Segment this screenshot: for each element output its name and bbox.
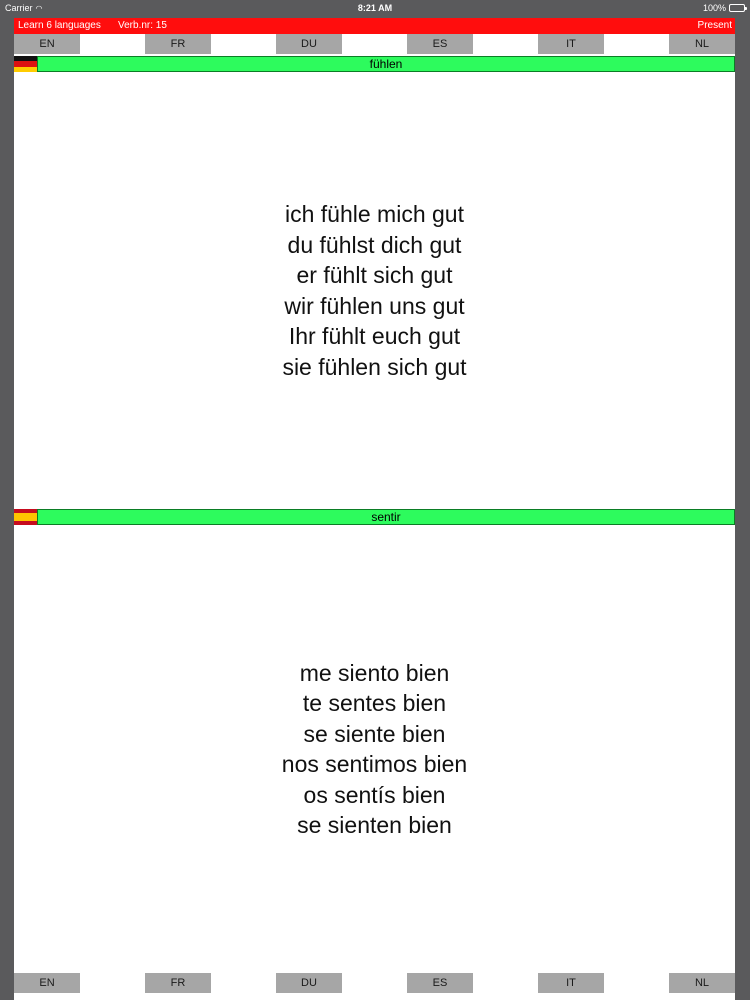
lang-spacer bbox=[342, 973, 407, 993]
lang-spacer bbox=[80, 973, 145, 993]
conjugation-line: Ihr fühlt euch gut bbox=[288, 323, 461, 349]
screen: Carrier ◠ 8:21 AM 100% Learn 6 languages … bbox=[0, 0, 750, 1000]
conjugation-line: du fühlst dich gut bbox=[287, 231, 462, 258]
lang-spacer bbox=[342, 34, 407, 54]
lang-spacer bbox=[211, 34, 276, 54]
conjugation-line: se siente bien bbox=[303, 720, 446, 747]
battery-percent: 100% bbox=[702, 3, 726, 13]
conjugation-line: nos sentimos bien bbox=[281, 751, 468, 777]
conjugation-line: os sentís bien bbox=[303, 781, 446, 808]
lang-button-es[interactable]: ES bbox=[407, 973, 473, 993]
lang-button-en[interactable]: EN bbox=[14, 34, 80, 54]
conjugation-panel-bottom: me siento bien te sentes bien se siente … bbox=[14, 525, 735, 973]
conjugation-line: wir fühlen uns gut bbox=[284, 292, 465, 319]
lang-spacer bbox=[473, 973, 538, 993]
conjugation-line: se sienten bien bbox=[297, 812, 452, 838]
lang-button-es[interactable]: ES bbox=[407, 34, 473, 54]
battery-indicator: 100% bbox=[702, 3, 747, 13]
lang-spacer bbox=[604, 973, 669, 993]
lang-spacer bbox=[604, 34, 669, 54]
lang-button-nl[interactable]: NL bbox=[669, 973, 735, 993]
lang-button-fr[interactable]: FR bbox=[145, 34, 211, 54]
conjugation-line: me siento bien bbox=[299, 659, 450, 686]
verb-infinitive-top[interactable]: fühlen bbox=[37, 56, 735, 72]
conjugation-line: te sentes bien bbox=[302, 690, 447, 716]
spanish-flag-icon[interactable] bbox=[14, 509, 37, 525]
lang-spacer bbox=[80, 34, 145, 54]
conjugation-line: sie fühlen sich gut bbox=[282, 353, 467, 380]
status-bar: Carrier ◠ 8:21 AM 100% bbox=[0, 0, 750, 18]
lang-spacer bbox=[473, 34, 538, 54]
conjugation-panel-top: ich fühle mich gut du fühlst dich gut er… bbox=[14, 72, 735, 509]
verb-header-bottom: sentir bbox=[14, 509, 735, 525]
verb-header-top: fühlen bbox=[14, 56, 735, 72]
lang-spacer bbox=[211, 973, 276, 993]
conjugation-line: ich fühle mich gut bbox=[285, 201, 464, 227]
app-title: Learn 6 languages bbox=[18, 20, 101, 31]
lang-button-du[interactable]: DU bbox=[276, 973, 342, 993]
lang-button-nl[interactable]: NL bbox=[669, 34, 735, 54]
language-bar-bottom: EN FR DU ES IT NL bbox=[14, 973, 735, 993]
status-time: 8:21 AM bbox=[357, 3, 393, 13]
app-content: Learn 6 languages Verb.nr: 15 Present EN… bbox=[14, 18, 735, 1000]
lang-button-it[interactable]: IT bbox=[538, 34, 604, 54]
verb-infinitive-bottom[interactable]: sentir bbox=[37, 509, 735, 525]
battery-icon bbox=[729, 4, 747, 12]
verb-number: Verb.nr: 15 bbox=[118, 20, 167, 31]
lang-button-du[interactable]: DU bbox=[276, 34, 342, 54]
language-bar-top: EN FR DU ES IT NL bbox=[14, 34, 735, 54]
conjugation-line: er fühlt sich gut bbox=[296, 262, 453, 288]
top-bar: Learn 6 languages Verb.nr: 15 Present bbox=[14, 18, 735, 34]
lang-button-en[interactable]: EN bbox=[14, 973, 80, 993]
lang-button-it[interactable]: IT bbox=[538, 973, 604, 993]
lang-button-fr[interactable]: FR bbox=[145, 973, 211, 993]
tense-button[interactable]: Present bbox=[698, 18, 732, 34]
german-flag-icon[interactable] bbox=[14, 56, 37, 72]
